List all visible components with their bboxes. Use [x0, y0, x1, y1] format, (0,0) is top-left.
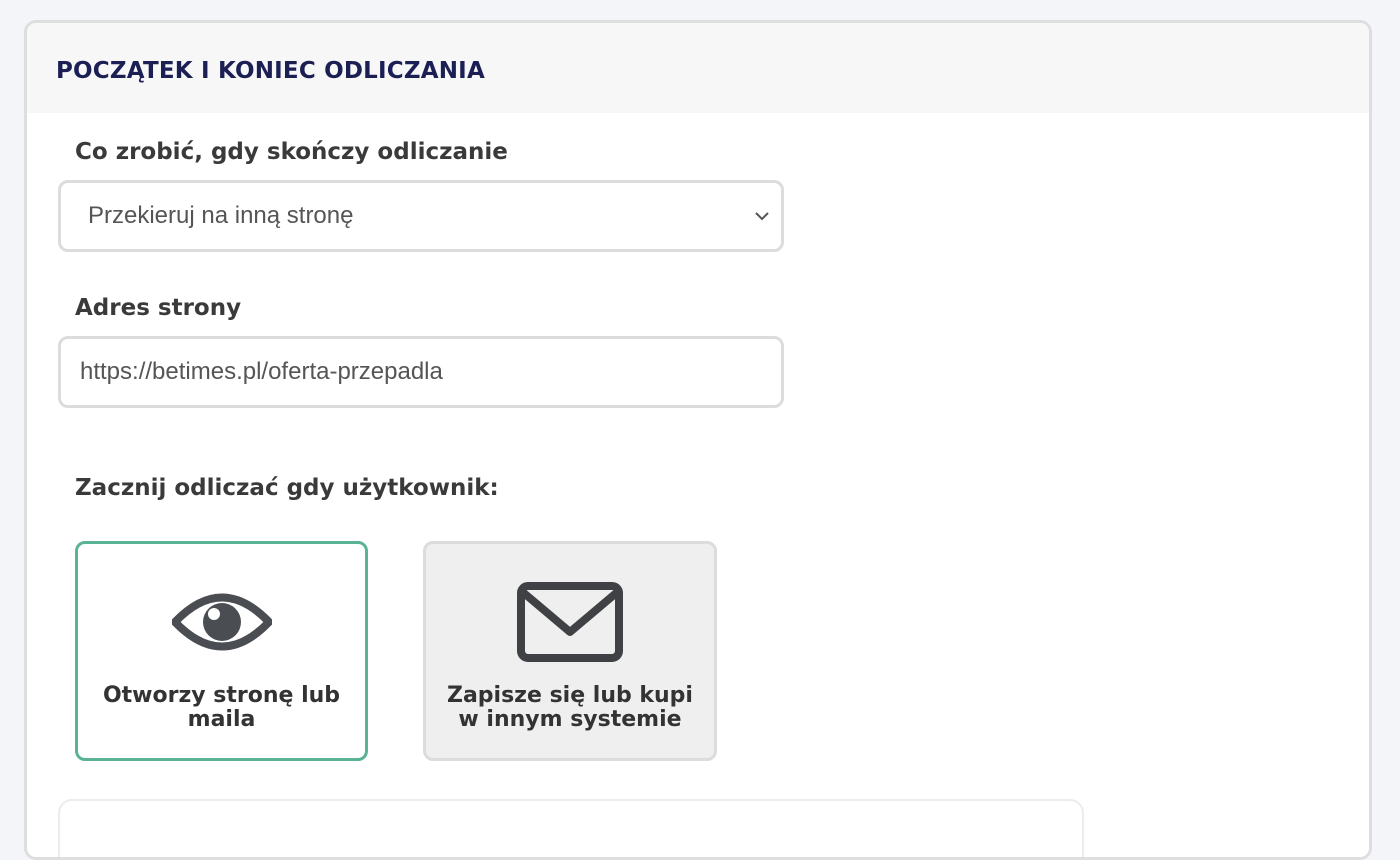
- page-address-label: Adres strony: [75, 295, 242, 321]
- countdown-settings-panel: POCZĄTEK I KONIEC ODLICZANIA Co zrobić, …: [24, 20, 1372, 860]
- start-option-signup-or-purchase[interactable]: Zapisze się lub kupi w innym systemie: [423, 541, 717, 761]
- panel-header: POCZĄTEK I KONIEC ODLICZANIA: [27, 23, 1369, 113]
- end-action-select[interactable]: Przekieruj na inną stronę: [58, 180, 784, 252]
- start-option-open-page-or-mail[interactable]: Otworzy stronę lub maila: [75, 541, 368, 761]
- envelope-icon: [517, 582, 623, 662]
- panel-title: POCZĄTEK I KONIEC ODLICZANIA: [56, 58, 485, 84]
- option-label: Zapisze się lub kupi w innym systemie: [447, 683, 693, 732]
- end-action-selected-value: Przekieruj na inną stronę: [88, 202, 354, 229]
- page-address-input[interactable]: https://betimes.pl/oferta-przepadla: [58, 336, 784, 408]
- end-action-label: Co zrobić, gdy skończy odliczanie: [75, 139, 508, 165]
- page-address-value: https://betimes.pl/oferta-przepadla: [80, 358, 443, 385]
- chevron-down-icon: [755, 212, 769, 221]
- option-label: Otworzy stronę lub maila: [102, 683, 341, 732]
- start-trigger-label: Zacznij odliczać gdy użytkownik:: [75, 475, 499, 501]
- next-section-box: [58, 799, 1084, 857]
- eye-icon: [171, 582, 272, 662]
